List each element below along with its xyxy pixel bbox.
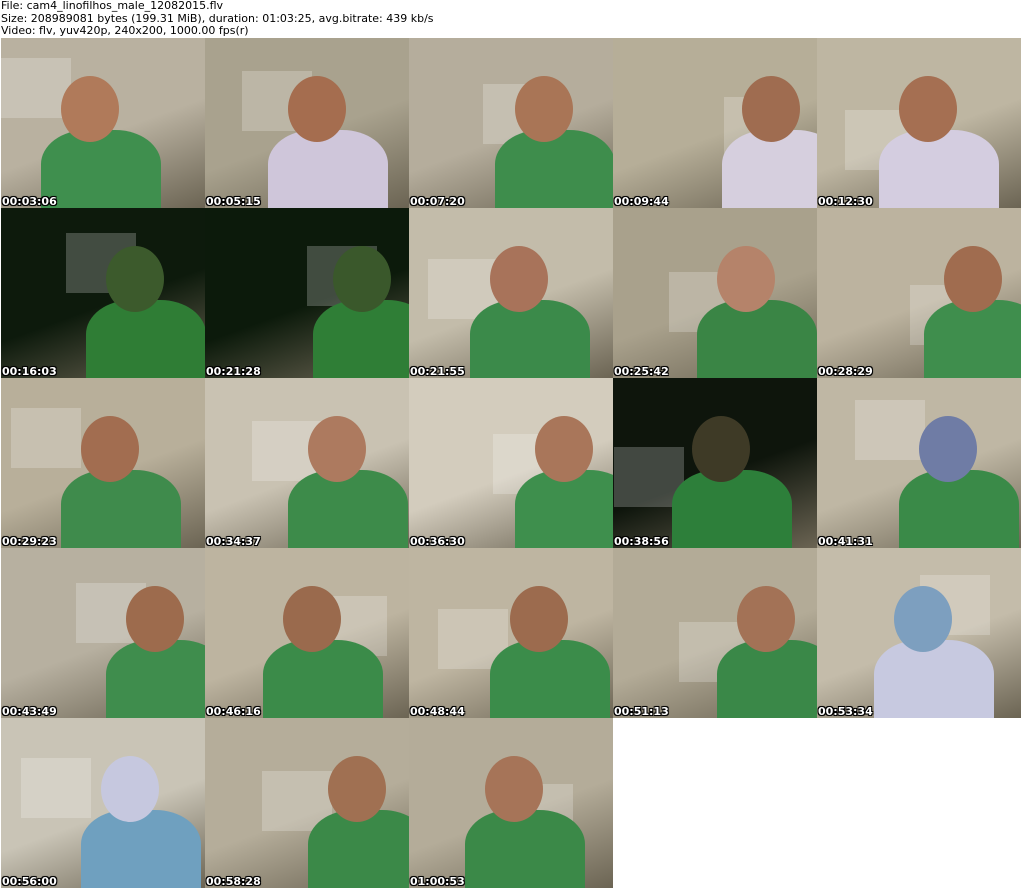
thumbnail-timestamp: 01:00:53 [410,875,465,888]
thumbnail-timestamp: 00:38:56 [614,535,669,548]
video-thumbnail: 00:03:06 [1,38,205,208]
person-head-shape [899,76,957,142]
thumbnail-timestamp: 00:16:03 [2,365,57,378]
person-head-shape [490,246,548,312]
video-thumbnail: 00:51:13 [613,548,817,718]
video-thumbnail: 00:07:20 [409,38,613,208]
video-thumbnail: 00:12:30 [817,38,1021,208]
person-head-shape [535,416,593,482]
person-head-shape [283,586,341,652]
person-shirt-shape [288,470,408,548]
person-shirt-shape [263,640,383,718]
person-shirt-shape [874,640,994,718]
video-thumbnail: 00:41:31 [817,378,1021,548]
thumbnail-timestamp: 00:25:42 [614,365,669,378]
person-shirt-shape [672,470,792,548]
person-head-shape [288,76,346,142]
person-head-shape [742,76,800,142]
person-head-shape [485,756,543,822]
person-head-shape [101,756,159,822]
video-thumbnail: 00:09:44 [613,38,817,208]
person-head-shape [106,246,164,312]
wall-map-shape [21,758,91,818]
wall-map-shape [855,400,925,460]
person-shirt-shape [879,130,999,208]
person-head-shape [81,416,139,482]
thumbnail-timestamp: 00:58:28 [206,875,261,888]
person-shirt-shape [268,130,388,208]
person-head-shape [515,76,573,142]
video-thumbnail: 00:25:42 [613,208,817,378]
video-thumbnail: 00:21:55 [409,208,613,378]
video-info-line: Video: flv, yuv420p, 240x200, 1000.00 fp… [1,24,249,38]
video-thumbnail: 00:53:34 [817,548,1021,718]
video-thumbnail: 01:00:53 [409,718,613,888]
thumbnail-timestamp: 00:07:20 [410,195,465,208]
video-thumbnail: 00:43:49 [1,548,205,718]
thumbnail-timestamp: 00:09:44 [614,195,669,208]
video-thumbnail: 00:05:15 [205,38,409,208]
thumbnail-timestamp: 00:21:28 [206,365,261,378]
wall-map-shape [11,408,81,468]
thumbnail-timestamp: 00:05:15 [206,195,261,208]
person-shirt-shape [899,470,1019,548]
file-name-line: File: cam4_linofilhos_male_12082015.flv [1,0,224,12]
person-shirt-shape [470,300,590,378]
thumbnail-timestamp: 00:41:31 [818,535,873,548]
person-head-shape [333,246,391,312]
person-head-shape [510,586,568,652]
video-thumbnail: 00:21:28 [205,208,409,378]
thumbnail-timestamp: 00:34:37 [206,535,261,548]
person-head-shape [717,246,775,312]
thumbnail-timestamp: 00:51:13 [614,705,669,718]
video-thumbnail: 00:58:28 [205,718,409,888]
person-head-shape [308,416,366,482]
person-head-shape [692,416,750,482]
video-thumbnail: 00:36:30 [409,378,613,548]
thumbnail-timestamp: 00:03:06 [2,195,57,208]
thumbnail-timestamp: 00:43:49 [2,705,57,718]
thumbnail-grid: 00:03:06 00:05:15 00:07:20 00:09:44 00:12:30… [1,38,1021,889]
person-shirt-shape [465,810,585,888]
person-shirt-shape [41,130,161,208]
video-thumbnail: 00:48:44 [409,548,613,718]
person-head-shape [126,586,184,652]
person-head-shape [737,586,795,652]
video-thumbnail: 00:29:23 [1,378,205,548]
thumbnail-timestamp: 00:48:44 [410,705,465,718]
video-thumbnail: 00:56:00 [1,718,205,888]
thumbnail-timestamp: 00:29:23 [2,535,57,548]
video-thumbnail: 00:46:16 [205,548,409,718]
thumbnail-timestamp: 00:21:55 [410,365,465,378]
info-header: File: cam4_linofilhos_male_12082015.flv … [1,0,1021,38]
video-thumbnail: 00:34:37 [205,378,409,548]
video-thumbnail: 00:16:03 [1,208,205,378]
thumbnail-timestamp: 00:46:16 [206,705,261,718]
person-head-shape [919,416,977,482]
person-head-shape [61,76,119,142]
person-shirt-shape [61,470,181,548]
person-shirt-shape [697,300,817,378]
person-shirt-shape [86,300,205,378]
person-head-shape [894,586,952,652]
person-head-shape [944,246,1002,312]
thumbnail-timestamp: 00:56:00 [2,875,57,888]
thumbnail-timestamp: 00:36:30 [410,535,465,548]
person-head-shape [328,756,386,822]
thumbnail-timestamp: 00:12:30 [818,195,873,208]
person-shirt-shape [495,130,613,208]
person-shirt-shape [490,640,610,718]
thumbnail-timestamp: 00:53:34 [818,705,873,718]
person-shirt-shape [81,810,201,888]
video-thumbnail: 00:28:29 [817,208,1021,378]
video-thumbnail: 00:38:56 [613,378,817,548]
thumbnail-timestamp: 00:28:29 [818,365,873,378]
